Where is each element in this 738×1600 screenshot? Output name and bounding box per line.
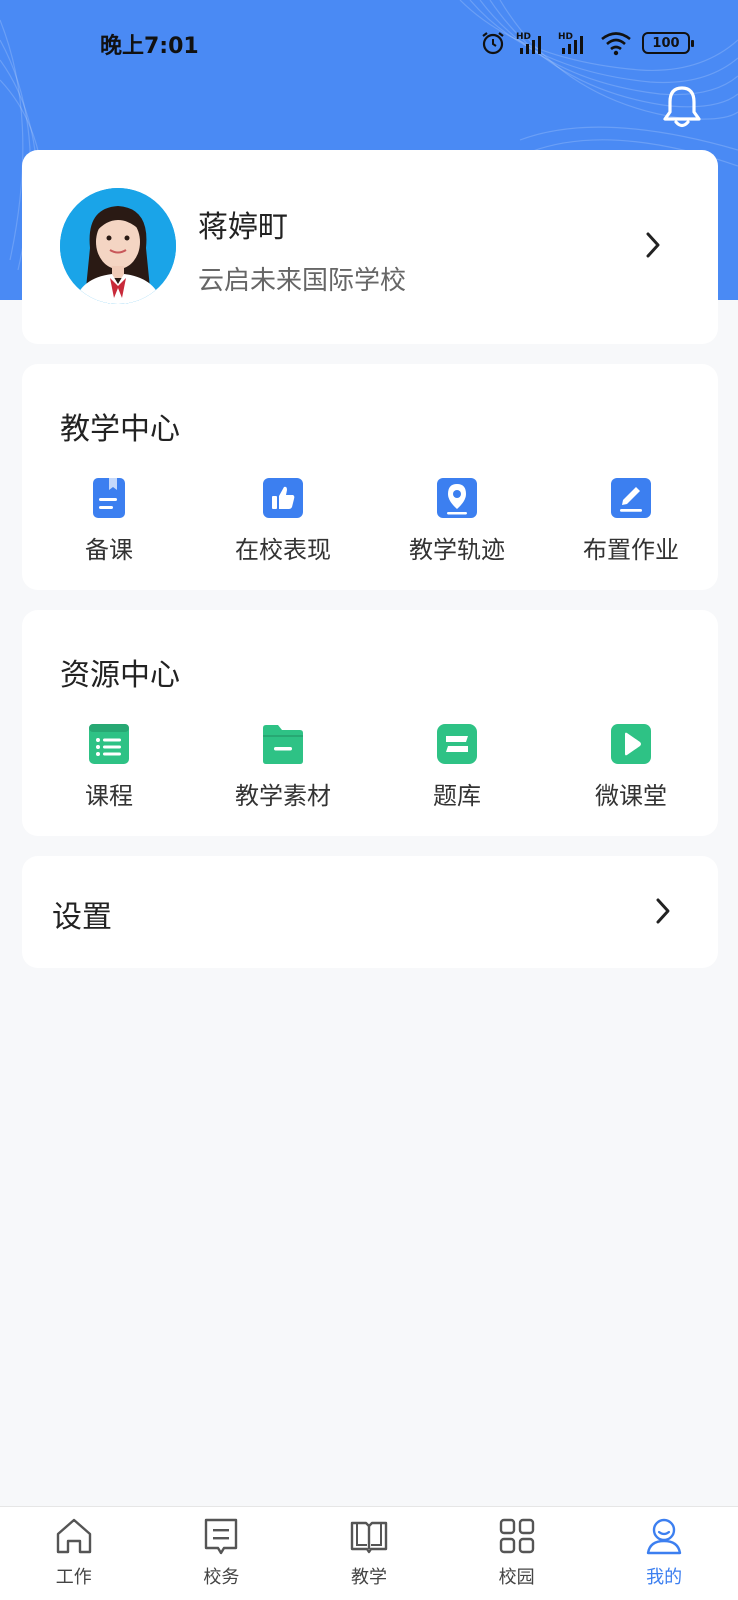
edit-icon	[611, 478, 651, 518]
profile-card[interactable]: 蒋婷町 云启未来国际学校	[22, 150, 718, 344]
tab-school-affairs[interactable]: 校务	[148, 1507, 296, 1600]
grid-item-question-bank[interactable]: 题库	[370, 722, 544, 811]
chevron-right-icon	[646, 232, 660, 258]
svg-text:HD: HD	[516, 32, 531, 42]
open-book-icon	[350, 1521, 388, 1554]
status-icons: HD HD 100	[480, 28, 694, 58]
grid-label: 备课	[85, 536, 133, 564]
grid-item-prepare-lesson[interactable]: 备课	[22, 476, 196, 565]
grid-item-school-performance[interactable]: 在校表现	[196, 476, 370, 565]
settings-label: 设置	[52, 900, 112, 935]
document-icon	[205, 1518, 238, 1555]
tab-work[interactable]: 工作	[0, 1507, 148, 1600]
tab-mine[interactable]: 我的	[590, 1507, 738, 1600]
signal-hd-icon: HD	[516, 32, 541, 54]
chevron-right-icon	[656, 898, 670, 924]
grid-label: 教学轨迹	[409, 536, 505, 564]
section-title: 资源中心	[60, 658, 180, 693]
location-pin-icon	[437, 478, 477, 518]
grid-label: 课程	[85, 782, 133, 810]
resource-center-grid: 课程 教学素材 题库 微课堂	[22, 722, 718, 811]
signal-hd-icon: HD	[558, 32, 583, 54]
user-icon	[646, 1518, 682, 1555]
battery-icon: 100	[642, 32, 694, 54]
resource-center-card: 资源中心 课程 教学素材 题库 微课堂	[22, 610, 718, 836]
grid-item-courses[interactable]: 课程	[22, 722, 196, 811]
tab-label: 校园	[498, 1567, 535, 1588]
tab-teaching[interactable]: 教学	[295, 1507, 443, 1600]
tab-label: 我的	[646, 1567, 683, 1588]
grid-label: 在校表现	[235, 536, 331, 564]
grid-icon	[499, 1518, 534, 1554]
settings-row[interactable]: 设置	[22, 856, 718, 968]
grid-item-teaching-track[interactable]: 教学轨迹	[370, 476, 544, 565]
grid-label: 微课堂	[595, 782, 667, 810]
tab-label: 工作	[55, 1567, 92, 1588]
book-icon	[93, 478, 125, 518]
profile-name: 蒋婷町	[198, 210, 288, 245]
grid-item-teaching-material[interactable]: 教学素材	[196, 722, 370, 811]
status-time: 晚上7:01	[100, 34, 199, 59]
teaching-center-grid: 备课 在校表现 教学轨迹 布置作业	[22, 476, 718, 565]
video-play-icon	[611, 724, 651, 764]
svg-text:HD: HD	[558, 32, 573, 42]
alarm-icon	[482, 32, 504, 55]
grid-item-assign-homework[interactable]: 布置作业	[544, 476, 718, 565]
avatar	[60, 188, 176, 304]
wifi-icon	[601, 32, 631, 56]
bell-icon[interactable]	[662, 84, 702, 130]
teaching-center-card: 教学中心 备课 在校表现 教学轨迹 布置作业	[22, 364, 718, 590]
profile-school: 云启未来国际学校	[198, 266, 407, 296]
list-icon	[89, 724, 129, 764]
section-title: 教学中心	[60, 412, 180, 447]
grid-label: 题库	[433, 782, 481, 810]
thumbs-up-icon	[263, 478, 303, 518]
home-icon	[56, 1518, 91, 1554]
tab-label: 教学	[350, 1567, 387, 1588]
tab-campus[interactable]: 校园	[443, 1507, 591, 1600]
tab-label: 校务	[203, 1567, 240, 1588]
grid-label: 教学素材	[235, 782, 331, 810]
grid-item-micro-classroom[interactable]: 微课堂	[544, 722, 718, 811]
folder-icon	[263, 725, 303, 764]
question-bank-icon	[437, 724, 477, 764]
bottom-tab-bar: 工作 校务 教学 校园 我的	[0, 1506, 738, 1600]
status-bar: 晚上7:01 HD HD 100	[0, 0, 738, 88]
grid-label: 布置作业	[583, 536, 679, 564]
